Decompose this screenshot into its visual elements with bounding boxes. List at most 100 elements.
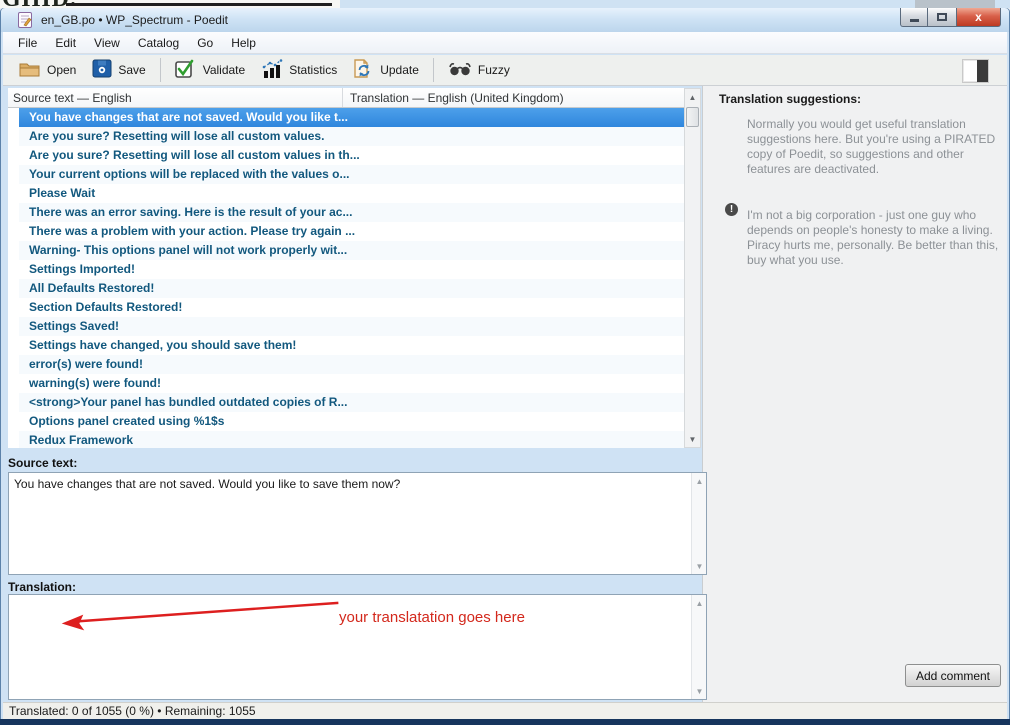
scroll-down-icon[interactable]: ▼ (692, 558, 707, 574)
title-bar[interactable]: en_GB.po • WP_Spectrum - Poedit x (1, 8, 1009, 32)
sidebar-toggle-icon[interactable] (962, 59, 989, 83)
maximize-icon (937, 13, 947, 21)
row-source-text: You have changes that are not saved. Wou… (29, 108, 348, 127)
row-source-text: There was a problem with your action. Pl… (29, 222, 355, 241)
column-header-translation[interactable]: Translation — English (United Kingdom) (343, 88, 684, 107)
window-controls: x (900, 8, 1001, 27)
row-source-text: Are you sure? Resetting will lose all cu… (29, 146, 360, 165)
row-source-text: All Defaults Restored! (29, 279, 154, 298)
scroll-down-icon[interactable]: ▼ (685, 431, 700, 447)
menu-help[interactable]: Help (222, 33, 265, 53)
list-item[interactable]: Options panel created using %1$s (8, 412, 684, 431)
list-item[interactable]: Section Defaults Restored! (8, 298, 684, 317)
translation-suggestions-panel: Translation suggestions: Normally you wo… (702, 86, 1007, 702)
source-text-value: You have changes that are not saved. Wou… (14, 477, 400, 491)
minimize-button[interactable] (900, 8, 928, 27)
status-bar: Translated: 0 of 1055 (0 %) • Remaining:… (3, 702, 1007, 719)
menu-catalog[interactable]: Catalog (129, 33, 188, 53)
add-comment-button[interactable]: Add comment (905, 664, 1001, 687)
menu-bar: File Edit View Catalog Go Help (3, 32, 1007, 54)
info-icon: ! (725, 203, 738, 216)
open-button[interactable]: Open (11, 56, 84, 85)
close-icon: x (975, 10, 982, 24)
update-button[interactable]: Update (345, 55, 427, 86)
source-text-label: Source text: (8, 456, 77, 470)
scroll-up-icon[interactable]: ▲ (692, 595, 707, 611)
background-page-strip: GHID. (0, 0, 1010, 8)
row-source-text: Section Defaults Restored! (29, 298, 182, 317)
list-item[interactable]: You have changes that are not saved. Wou… (8, 108, 684, 127)
fuzzy-label: Fuzzy (478, 63, 510, 77)
list-item[interactable]: error(s) were found! (8, 355, 684, 374)
statistics-chart-icon (261, 59, 283, 82)
column-header-source[interactable]: Source text — English (8, 88, 343, 107)
close-button[interactable]: x (956, 8, 1001, 27)
validate-button[interactable]: Validate (167, 55, 253, 86)
validate-label: Validate (203, 63, 245, 77)
suggestions-paragraph-1: Normally you would get useful translatio… (747, 117, 999, 177)
row-source-text: error(s) were found! (29, 355, 143, 374)
scroll-down-icon[interactable]: ▼ (692, 683, 707, 699)
list-item[interactable]: Settings Imported! (8, 260, 684, 279)
background-rule (66, 3, 332, 6)
row-source-text: There was an error saving. Here is the r… (29, 203, 352, 222)
translation-input-box[interactable]: your translatation goes here ▲ ▼ (8, 594, 707, 700)
taskbar-strip (0, 719, 1010, 725)
add-comment-label: Add comment (916, 669, 990, 683)
list-item[interactable]: Are you sure? Resetting will lose all cu… (8, 127, 684, 146)
list-item[interactable]: warning(s) were found! (8, 374, 684, 393)
scrollbar-thumb[interactable] (686, 107, 699, 127)
toolbar: Open Save Validate (3, 55, 1007, 86)
list-item[interactable]: Are you sure? Resetting will lose all cu… (8, 146, 684, 165)
row-source-text: Settings Imported! (29, 260, 135, 279)
annotation-text: your translatation goes here (339, 609, 525, 626)
fuzzy-button[interactable]: Fuzzy (440, 57, 518, 84)
open-label: Open (47, 63, 76, 77)
validate-check-icon (175, 59, 197, 82)
statistics-label: Statistics (289, 63, 337, 77)
list-rows: You have changes that are not saved. Wou… (8, 108, 684, 448)
list-item[interactable]: There was a problem with your action. Pl… (8, 222, 684, 241)
translation-label: Translation: (8, 580, 76, 594)
translation-scrollbar[interactable]: ▲ ▼ (691, 595, 706, 699)
menu-go[interactable]: Go (188, 33, 222, 53)
row-source-text: Settings have changed, you should save t… (29, 336, 296, 355)
list-item[interactable]: Settings Saved! (8, 317, 684, 336)
suggestions-title: Translation suggestions: (719, 92, 861, 106)
save-floppy-icon (92, 59, 112, 81)
window-title: en_GB.po • WP_Spectrum - Poedit (41, 13, 228, 27)
scroll-up-icon[interactable]: ▲ (685, 89, 700, 105)
row-source-text: Are you sure? Resetting will lose all cu… (29, 127, 324, 146)
save-label: Save (118, 63, 145, 77)
save-button[interactable]: Save (84, 55, 153, 85)
source-scrollbar[interactable]: ▲ ▼ (691, 473, 706, 574)
list-item[interactable]: <strong>Your panel has bundled outdated … (8, 393, 684, 412)
list-item[interactable]: Redux Framework (8, 431, 684, 448)
list-item[interactable]: Warning- This options panel will not wor… (8, 241, 684, 260)
list-scrollbar[interactable]: ▲ ▼ (684, 88, 701, 448)
maximize-button[interactable] (928, 8, 956, 27)
fuzzy-glasses-icon (448, 61, 472, 80)
source-text-box[interactable]: You have changes that are not saved. Wou… (8, 472, 707, 575)
list-item[interactable]: There was an error saving. Here is the r… (8, 203, 684, 222)
list-item[interactable]: Please Wait (8, 184, 684, 203)
status-text: Translated: 0 of 1055 (0 %) • Remaining:… (9, 704, 256, 718)
row-source-text: Options panel created using %1$s (29, 412, 224, 431)
sidebar-toggle-dark-half (977, 60, 988, 82)
poedit-app-icon (18, 12, 33, 28)
menu-file[interactable]: File (9, 33, 46, 53)
open-folder-icon (19, 60, 41, 81)
menu-edit[interactable]: Edit (46, 33, 85, 53)
list-item[interactable]: Settings have changed, you should save t… (8, 336, 684, 355)
statistics-button[interactable]: Statistics (253, 55, 345, 86)
row-source-text: Warning- This options panel will not wor… (29, 241, 347, 260)
row-source-text: Please Wait (29, 184, 95, 203)
row-source-text: Settings Saved! (29, 317, 119, 336)
scroll-up-icon[interactable]: ▲ (692, 473, 707, 489)
list-header: Source text — English Translation — Engl… (8, 88, 684, 108)
list-item[interactable]: Your current options will be replaced wi… (8, 165, 684, 184)
menu-view[interactable]: View (85, 33, 129, 53)
list-item[interactable]: All Defaults Restored! (8, 279, 684, 298)
update-refresh-icon (353, 59, 374, 82)
background-artifact (915, 0, 995, 8)
